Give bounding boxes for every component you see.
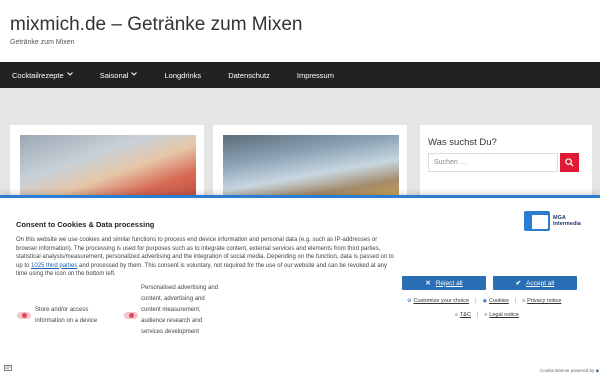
site-title[interactable]: mixmich.de – Getränke zum Mixen — [10, 14, 303, 36]
customize-choice-link[interactable]: Customize your choice — [413, 298, 469, 304]
logo-text: MGA Intermedia — [553, 215, 581, 227]
search-input[interactable]: Suchen … — [428, 153, 558, 172]
reject-all-label: Reject all — [435, 279, 463, 287]
main-navigation: Cocktailrezepte Saisonal Longdrinks Date… — [0, 62, 600, 88]
tc-link[interactable]: T&C — [460, 312, 471, 318]
legal-notice-link[interactable]: Legal notice — [489, 312, 519, 318]
nav-item-datenschutz[interactable]: Datenschutz — [228, 71, 270, 80]
nav-label: Longdrinks — [164, 70, 202, 80]
accept-all-label: Accept all — [526, 279, 555, 287]
cookie-description: On this website we use cookies and simil… — [16, 236, 400, 279]
privacy-notice-link[interactable]: Privacy notice — [527, 298, 561, 304]
privacy-icon: ≡ — [522, 298, 526, 304]
separator: | — [475, 298, 477, 304]
cookie-links-row1: ⚙ Customize your choice | ◉ Cookies | ≡ … — [407, 298, 561, 304]
post-card[interactable] — [213, 125, 407, 205]
powered-by-text: Cookie Banner powered by ◆ — [540, 368, 599, 374]
legal-icon: ≡ — [484, 312, 488, 318]
cookie-links-row2: ≡ T&C | ≡ Legal notice — [455, 312, 519, 318]
accept-all-button[interactable]: ✔ Accept all — [493, 276, 577, 290]
powered-by-label: Cookie Banner powered by — [540, 368, 595, 373]
purpose-label-storage: Store and/or access information on a dev… — [35, 307, 98, 324]
site-tagline: Getränke zum Mixen — [10, 39, 75, 46]
document-icon: ≡ — [455, 312, 458, 318]
chevron-down-icon — [66, 72, 73, 78]
check-icon: ✔ — [515, 280, 522, 287]
cookie-consent-banner: Consent to Cookies & Data processing On … — [0, 195, 600, 375]
purpose-label-advertising: Personalised advertising and content, ad… — [141, 285, 219, 335]
cookie-title: Consent to Cookies & Data processing — [16, 220, 155, 229]
nav-item-impressum[interactable]: Impressum — [297, 71, 334, 80]
gear-icon: ⚙ — [407, 298, 412, 304]
logo-mark — [524, 211, 550, 231]
site-header: mixmich.de – Getränke zum Mixen Getränke… — [0, 0, 600, 62]
nav-label: Saisonal — [99, 70, 129, 80]
close-icon: ✕ — [425, 280, 431, 287]
nav-label: Cocktailrezepte — [12, 70, 64, 80]
nav-item-longdrinks[interactable]: Longdrinks — [164, 71, 201, 80]
purpose-toggle-storage[interactable] — [17, 312, 31, 319]
cookie-icon: ◉ — [482, 298, 487, 304]
separator: | — [476, 312, 479, 318]
third-parties-link[interactable]: 1025 third parties — [31, 263, 77, 269]
search-icon — [565, 154, 574, 172]
post-card[interactable] — [10, 125, 204, 205]
mga-intermedia-logo: MGA Intermedia — [524, 210, 594, 232]
logo-line2: Intermedia — [553, 221, 581, 227]
nav-item-saisonal[interactable]: Saisonal — [100, 71, 138, 80]
nav-item-cocktailrezepte[interactable]: Cocktailrezepte — [12, 71, 73, 80]
nav-label: Impressum — [296, 70, 334, 80]
search-widget-title: Was suchst Du? — [428, 137, 497, 148]
cookie-settings-icon[interactable] — [4, 365, 12, 373]
chevron-down-icon — [131, 72, 138, 78]
separator: | — [514, 298, 517, 304]
search-button[interactable] — [560, 153, 579, 172]
nav-label: Datenschutz — [228, 70, 270, 80]
purpose-toggle-advertising[interactable] — [124, 312, 138, 319]
cookies-link[interactable]: Cookies — [489, 298, 509, 304]
reject-all-button[interactable]: ✕ Reject all — [402, 276, 486, 290]
shield-icon: ◆ — [595, 368, 600, 373]
search-widget: Was suchst Du? Suchen … — [420, 125, 592, 205]
